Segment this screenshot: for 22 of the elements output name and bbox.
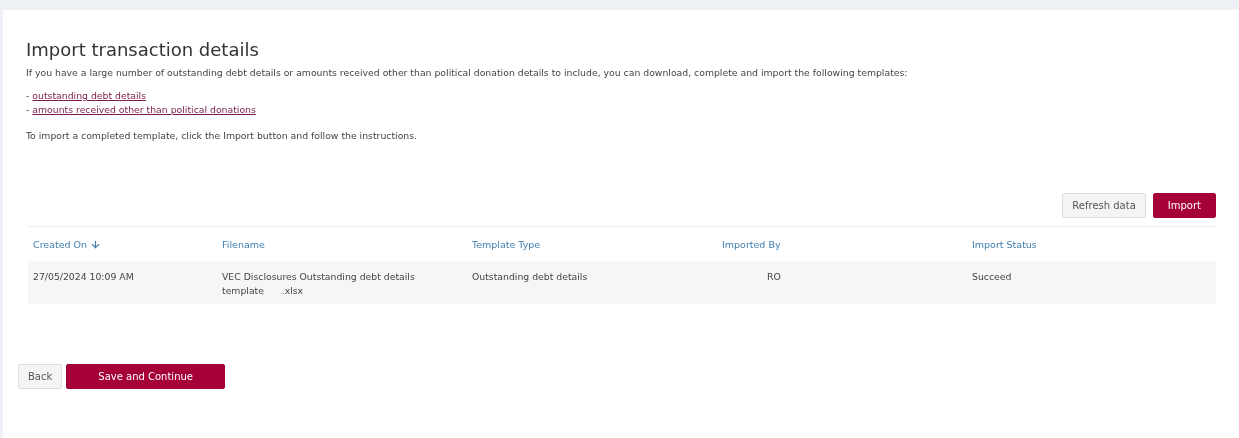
- back-button[interactable]: Back: [18, 364, 63, 389]
- template-link[interactable]: outstanding debt details: [32, 90, 146, 101]
- table-cell: Outstanding debt details: [472, 271, 588, 282]
- column-header[interactable]: Import Status: [972, 238, 1037, 250]
- list-dash: -: [26, 90, 30, 101]
- column-header[interactable]: Created On: [33, 238, 88, 250]
- refresh-button[interactable]: Refresh data: [1062, 193, 1146, 218]
- sort-arrow-icon[interactable]: [90, 238, 102, 250]
- column-header[interactable]: Template Type: [472, 238, 541, 250]
- table-cell: Succeed: [972, 271, 1012, 282]
- intro-text: If you have a large number of outstanding debt details or amounts received other than political donation details to include, you can download, complete and import the following templates:: [26, 67, 909, 78]
- save-continue-button[interactable]: Save and Continue: [66, 364, 225, 389]
- table-cell: RO: [767, 271, 781, 282]
- list-dash: -: [26, 104, 30, 115]
- template-link[interactable]: amounts received other than political donations: [32, 104, 256, 115]
- column-header[interactable]: Imported By: [722, 238, 781, 250]
- instruction-text: To import a completed template, click the Import button and follow the instructions.: [26, 130, 418, 141]
- column-header[interactable]: Filename: [222, 238, 265, 250]
- import-button[interactable]: Import: [1152, 193, 1216, 218]
- page-title: Import transaction details: [26, 39, 260, 60]
- table-cell-text: VEC Disclosures Outstanding debt details template .xlsx: [222, 271, 416, 296]
- table-cell: 27/05/2024 10:09 AM: [33, 271, 134, 282]
